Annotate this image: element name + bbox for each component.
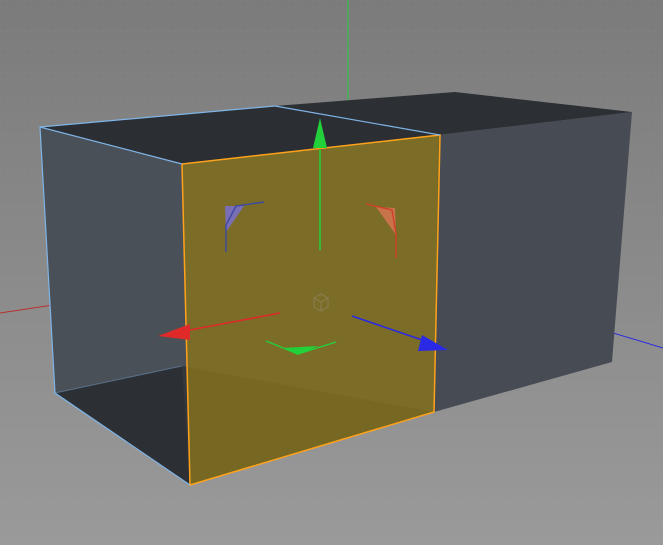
3d-viewport[interactable] (0, 0, 663, 545)
viewport-scene[interactable] (0, 0, 663, 545)
